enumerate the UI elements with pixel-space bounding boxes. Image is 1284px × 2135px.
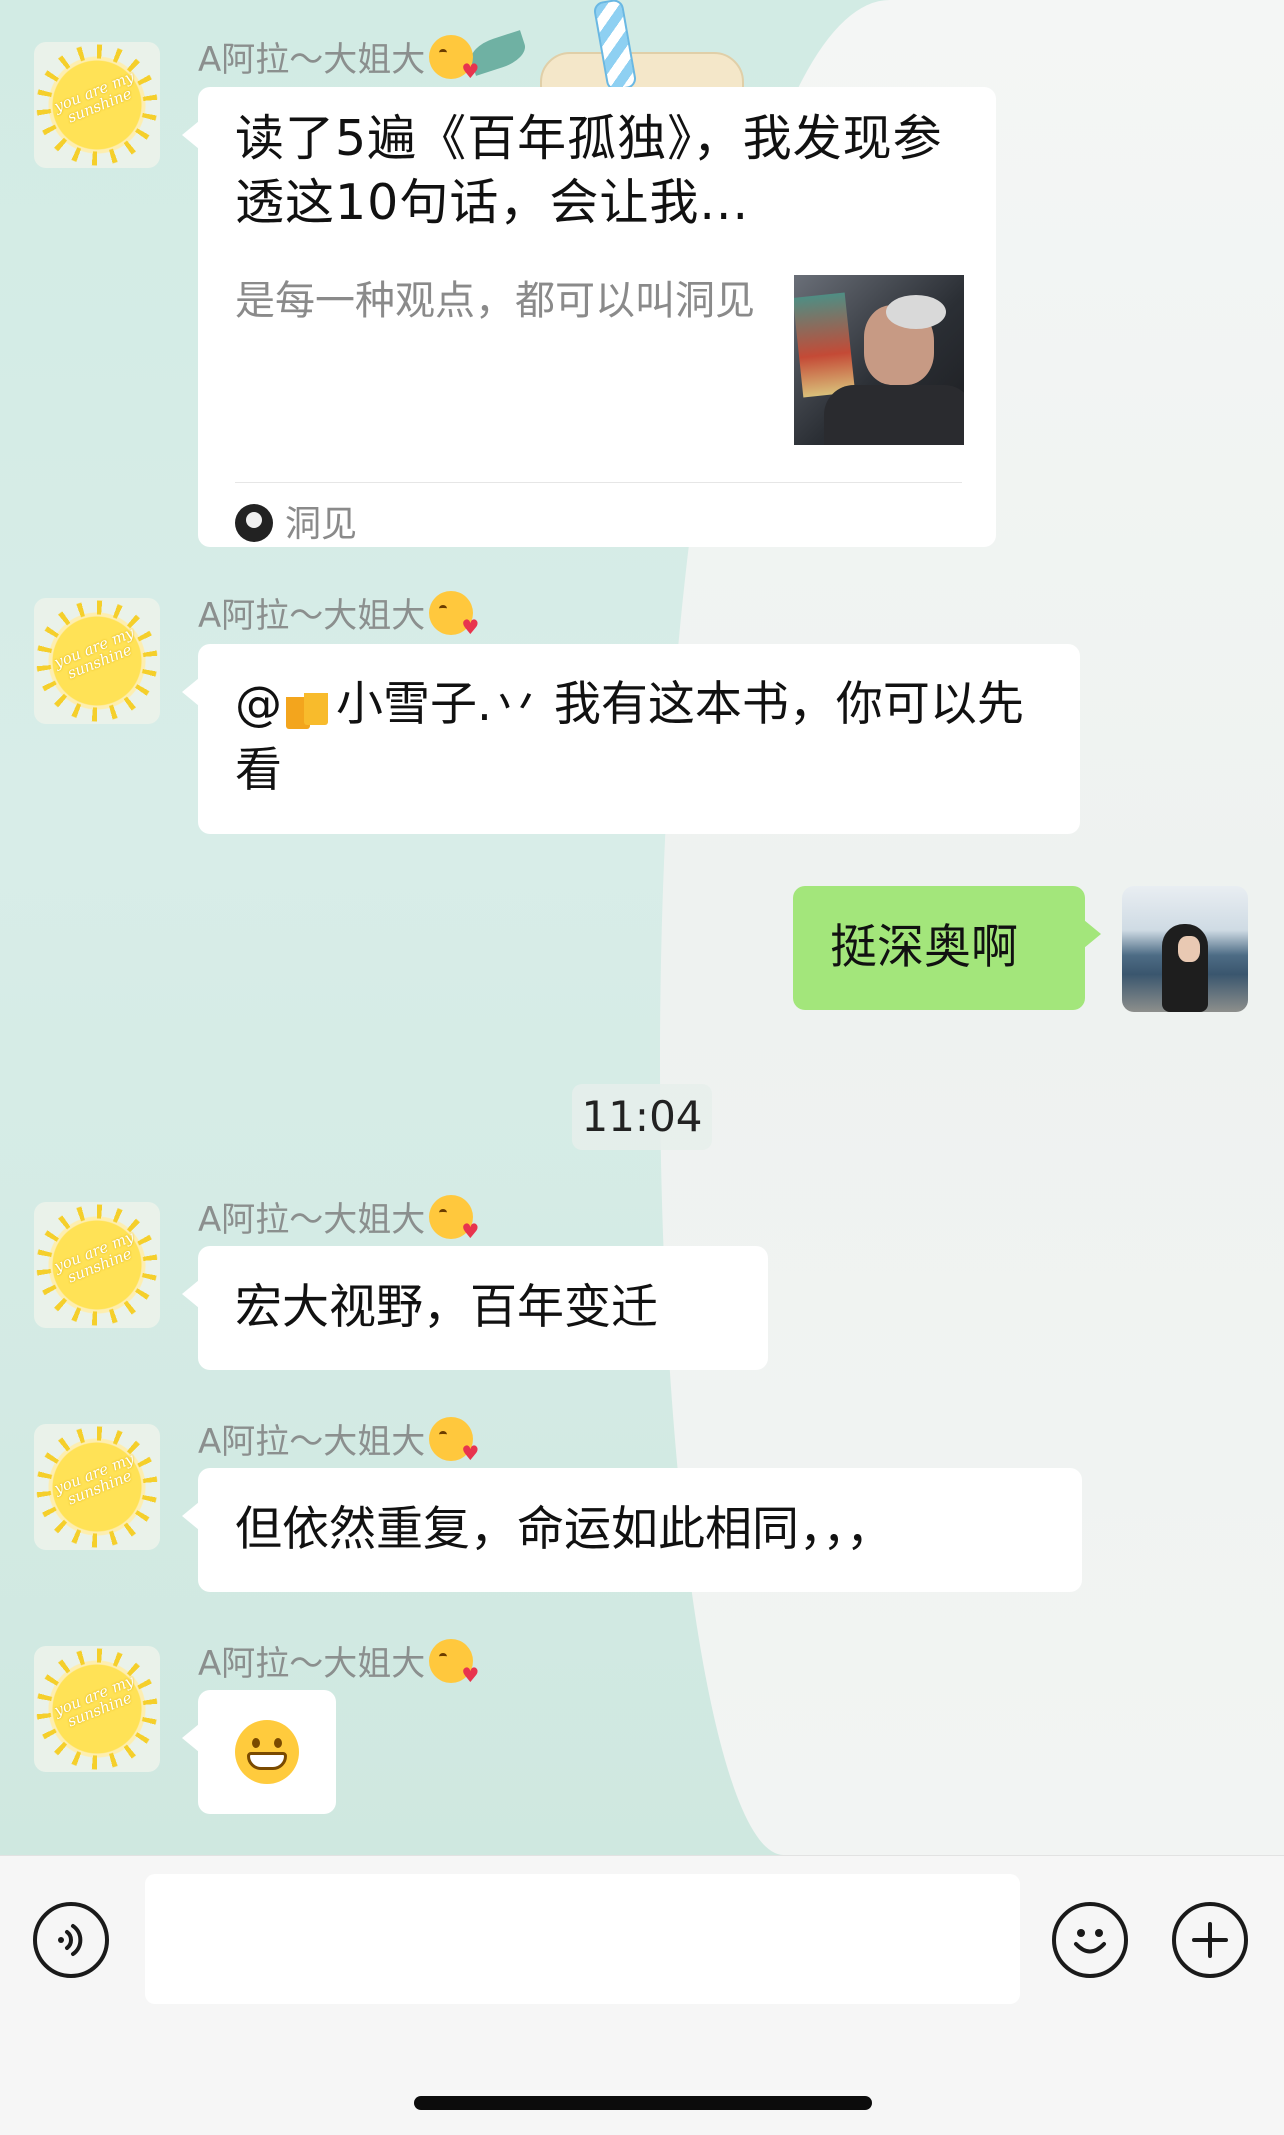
voice-icon[interactable] <box>33 1902 109 1978</box>
mention-name[interactable]: 小雪子.丷 <box>336 677 539 732</box>
sender-name: A阿拉～大姐大 <box>198 1414 479 1463</box>
link-source: 洞见 <box>235 492 357 558</box>
my-avatar[interactable] <box>1122 886 1248 1012</box>
kiss-emoji-icon <box>429 35 479 81</box>
message-input[interactable] <box>145 1874 1020 2004</box>
voice-wave-icon <box>58 1924 83 1956</box>
link-thumbnail <box>794 275 964 445</box>
text-message[interactable]: 宏大视野，百年变迁 <box>182 1246 768 1370</box>
sender-avatar[interactable]: you are my sunshine <box>34 1424 160 1550</box>
link-divider <box>235 482 962 483</box>
link-description: 是每一种观点，都可以叫洞见 <box>235 278 755 324</box>
sender-name: A阿拉～大姐大 <box>198 32 479 81</box>
home-indicator[interactable] <box>414 2096 872 2110</box>
message-text: 但依然重复，命运如此相同，，， <box>235 1502 893 1557</box>
text-message[interactable]: 但依然重复，命运如此相同，，， <box>182 1468 1082 1592</box>
input-bar <box>0 1855 1284 2135</box>
sender-name: A阿拉～大姐大 <box>198 1636 479 1685</box>
kiss-emoji-icon <box>429 1417 479 1463</box>
kiss-emoji-icon <box>429 1195 479 1241</box>
plus-glyph-icon <box>1192 1922 1228 1958</box>
text-message[interactable]: @ 小雪子.丷 我有这本书，你可以先看 <box>182 644 1080 834</box>
beer-emoji-icon <box>286 684 332 729</box>
mention-at: @ <box>235 677 282 732</box>
message-text: 挺深奥啊 <box>830 920 1018 975</box>
smiley-face-icon <box>1074 1929 1106 1954</box>
chat-timestamp: 11:04 <box>572 1084 712 1150</box>
sender-avatar[interactable]: you are my sunshine <box>34 1202 160 1328</box>
plus-icon[interactable] <box>1172 1902 1248 1978</box>
sender-avatar[interactable]: you are my sunshine <box>34 42 160 168</box>
emoji-icon[interactable] <box>1052 1902 1128 1978</box>
link-card-message[interactable]: 读了5遍《百年孤独》，我发现参透这10句话，会让我... 是每一种观点，都可以叫… <box>182 87 996 547</box>
sender-avatar[interactable]: you are my sunshine <box>34 598 160 724</box>
grinning-face-icon <box>235 1720 299 1784</box>
sender-name: A阿拉～大姐大 <box>198 1192 479 1241</box>
source-logo-icon <box>235 504 273 542</box>
message-text: 宏大视野，百年变迁 <box>235 1280 658 1335</box>
my-text-message[interactable]: 挺深奥啊 <box>793 886 1101 1010</box>
link-title: 读了5遍《百年孤独》，我发现参透这10句话，会让我... <box>235 110 943 231</box>
emoji-message[interactable] <box>182 1690 336 1814</box>
kiss-emoji-icon <box>429 591 479 637</box>
sender-avatar[interactable]: you are my sunshine <box>34 1646 160 1772</box>
kiss-emoji-icon <box>429 1639 479 1685</box>
sender-name: A阿拉～大姐大 <box>198 588 479 637</box>
